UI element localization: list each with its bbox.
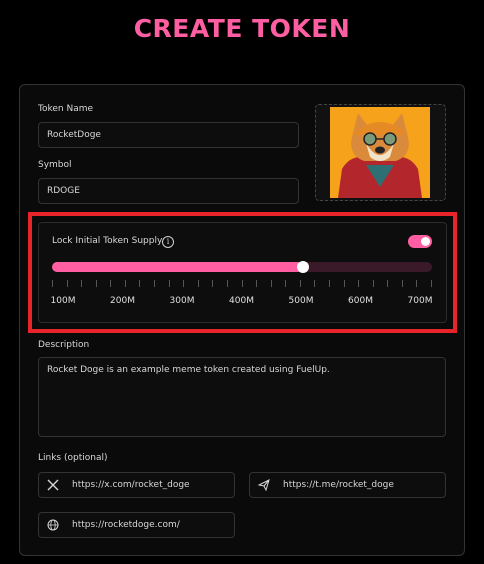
tick-label: 200M [110, 296, 135, 306]
globe-icon [47, 519, 59, 531]
supply-slider-thumb[interactable] [296, 261, 309, 273]
slider-tick [139, 280, 141, 287]
symbol-value: RDOGE [47, 186, 80, 196]
tick-label: 700M [407, 296, 433, 306]
tick-label: 100M [50, 296, 76, 306]
description-value: Rocket Doge is an example meme token cre… [47, 365, 330, 375]
slider-tick [387, 280, 389, 287]
slider-tick [226, 280, 228, 287]
description-label: Description [38, 340, 90, 350]
slider-tick [299, 280, 301, 287]
symbol-label: Symbol [38, 160, 72, 170]
links-label: Links (optional) [38, 453, 108, 463]
twitter-link-input[interactable]: https://x.com/rocket_doge [38, 472, 235, 498]
slider-tick [241, 280, 243, 287]
slider-tick [431, 280, 432, 287]
telegram-link-value: https://t.me/rocket_doge [283, 480, 394, 490]
info-icon[interactable]: i [162, 236, 174, 248]
tick-label: 600M [348, 296, 373, 306]
slider-tick [81, 280, 83, 287]
supply-lock-toggle[interactable] [408, 235, 432, 248]
slider-tick [416, 280, 418, 287]
supply-label: Lock Initial Token Supply [52, 236, 163, 246]
slider-tick [124, 280, 126, 287]
slider-tick [197, 280, 199, 287]
symbol-input[interactable]: RDOGE [38, 178, 299, 204]
slider-tick [168, 280, 170, 287]
telegram-icon [258, 479, 270, 491]
supply-slider-fill [52, 262, 303, 272]
slider-tick [358, 280, 360, 287]
slider-tick [372, 280, 374, 287]
description-textarea[interactable]: Rocket Doge is an example meme token cre… [38, 357, 446, 437]
slider-tick [256, 280, 258, 287]
slider-tick [212, 280, 214, 287]
slider-tick [110, 280, 112, 287]
slider-tick [154, 280, 156, 287]
telegram-link-input[interactable]: https://t.me/rocket_doge [249, 472, 446, 498]
slider-ticks [52, 280, 432, 288]
tick-label: 500M [288, 296, 314, 306]
slider-tick [66, 280, 68, 287]
x-twitter-icon [47, 479, 59, 491]
twitter-link-value: https://x.com/rocket_doge [72, 480, 190, 490]
website-link-input[interactable]: https://rocketdoge.com/ [38, 512, 235, 538]
tick-label: 300M [169, 296, 195, 306]
slider-tick [183, 280, 185, 287]
token-name-label: Token Name [38, 104, 94, 114]
token-name-value: RocketDoge [47, 130, 101, 140]
slider-tick [343, 280, 345, 287]
page-title: CREATE TOKEN [133, 14, 351, 43]
token-image-upload[interactable] [315, 104, 446, 201]
website-link-value: https://rocketdoge.com/ [72, 520, 180, 530]
slider-tick [314, 280, 316, 287]
token-name-input[interactable]: RocketDoge [38, 122, 299, 148]
slider-tick [401, 280, 403, 287]
slider-tick [270, 280, 272, 287]
toggle-knob [421, 237, 430, 246]
slider-tick [328, 280, 330, 287]
token-image [330, 107, 430, 198]
slider-tick [285, 280, 287, 287]
tick-label: 400M [229, 296, 254, 306]
slider-tick [52, 280, 53, 287]
supply-slider-track[interactable] [52, 261, 432, 273]
slider-tick [95, 280, 97, 287]
